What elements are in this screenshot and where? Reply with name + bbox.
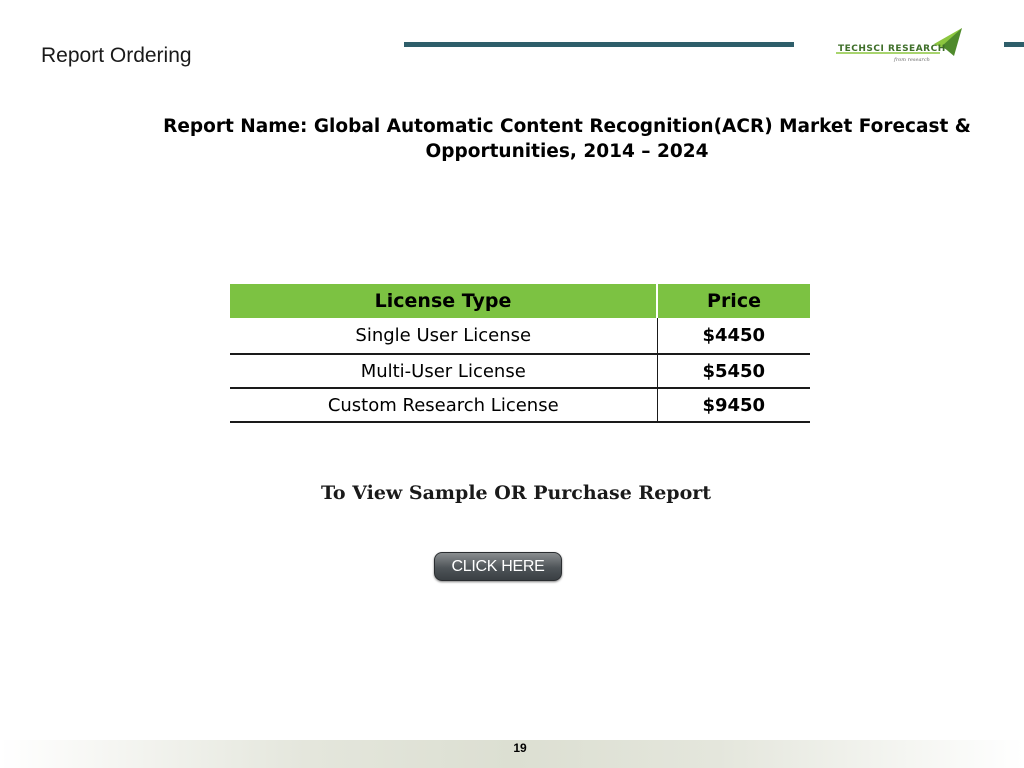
header-price: Price [657, 284, 810, 318]
table-row: Single User License $4450 [230, 318, 810, 355]
table-row: Custom Research License $9450 [230, 388, 810, 423]
price-cell: $9450 [657, 388, 810, 423]
click-here-button[interactable]: CLICK HERE [434, 552, 562, 581]
header-rule-right [1004, 42, 1024, 47]
techsci-logo: TECHSCI RESEARCH from research [836, 26, 964, 66]
logo-text: TECHSCI RESEARCH [838, 44, 946, 54]
price-cell: $5450 [657, 354, 810, 389]
section-title: Report Ordering [41, 44, 192, 67]
header-rule [404, 42, 794, 47]
cta-text: To View Sample OR Purchase Report [320, 482, 712, 504]
license-type-cell: Multi-User License [230, 354, 658, 389]
table-header-row: License Type Price [230, 284, 810, 318]
logo-tagline: from research [894, 57, 930, 63]
license-type-cell: Custom Research License [230, 388, 658, 423]
page-number: 19 [513, 741, 527, 755]
table-row: Multi-User License $5450 [230, 354, 810, 389]
report-name: Report Name: Global Automatic Content Re… [120, 114, 1014, 164]
license-type-cell: Single User License [230, 318, 658, 355]
price-cell: $4450 [657, 318, 810, 355]
report-name-line-1: Report Name: Global Automatic Content Re… [163, 116, 971, 137]
license-table: License Type Price Single User License $… [230, 284, 810, 423]
header-license-type: License Type [230, 284, 658, 318]
report-name-line-2: Opportunities, 2014 – 2024 [425, 141, 709, 162]
